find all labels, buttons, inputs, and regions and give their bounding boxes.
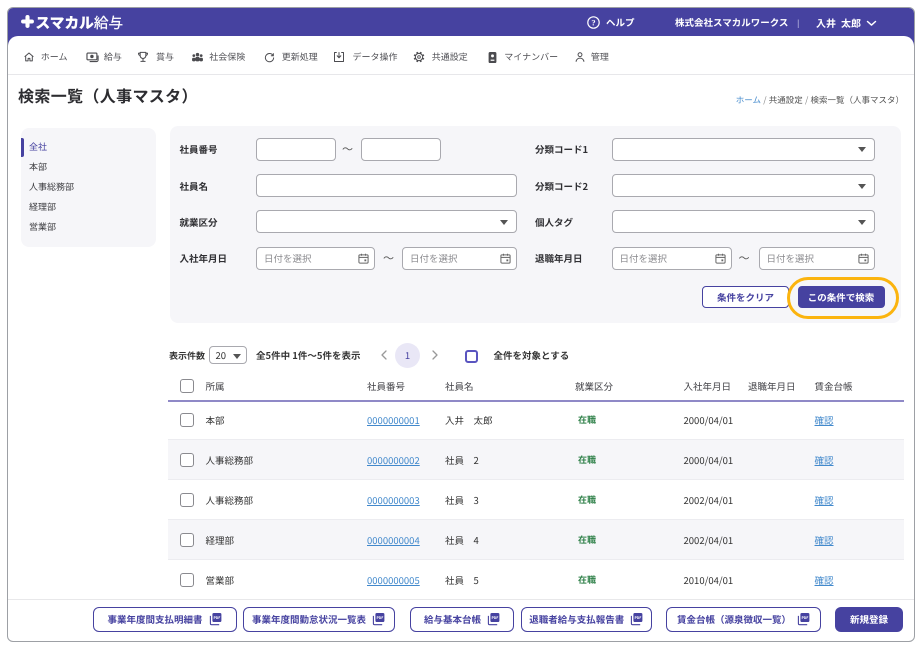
svg-text:PDF: PDF [376, 616, 383, 621]
svg-text:?: ? [591, 16, 595, 28]
svg-text:PDF: PDF [491, 616, 498, 621]
svg-text:PDF: PDF [801, 616, 808, 621]
svg-text:PDF: PDF [635, 616, 642, 621]
svg-text:PDF: PDF [213, 616, 220, 621]
